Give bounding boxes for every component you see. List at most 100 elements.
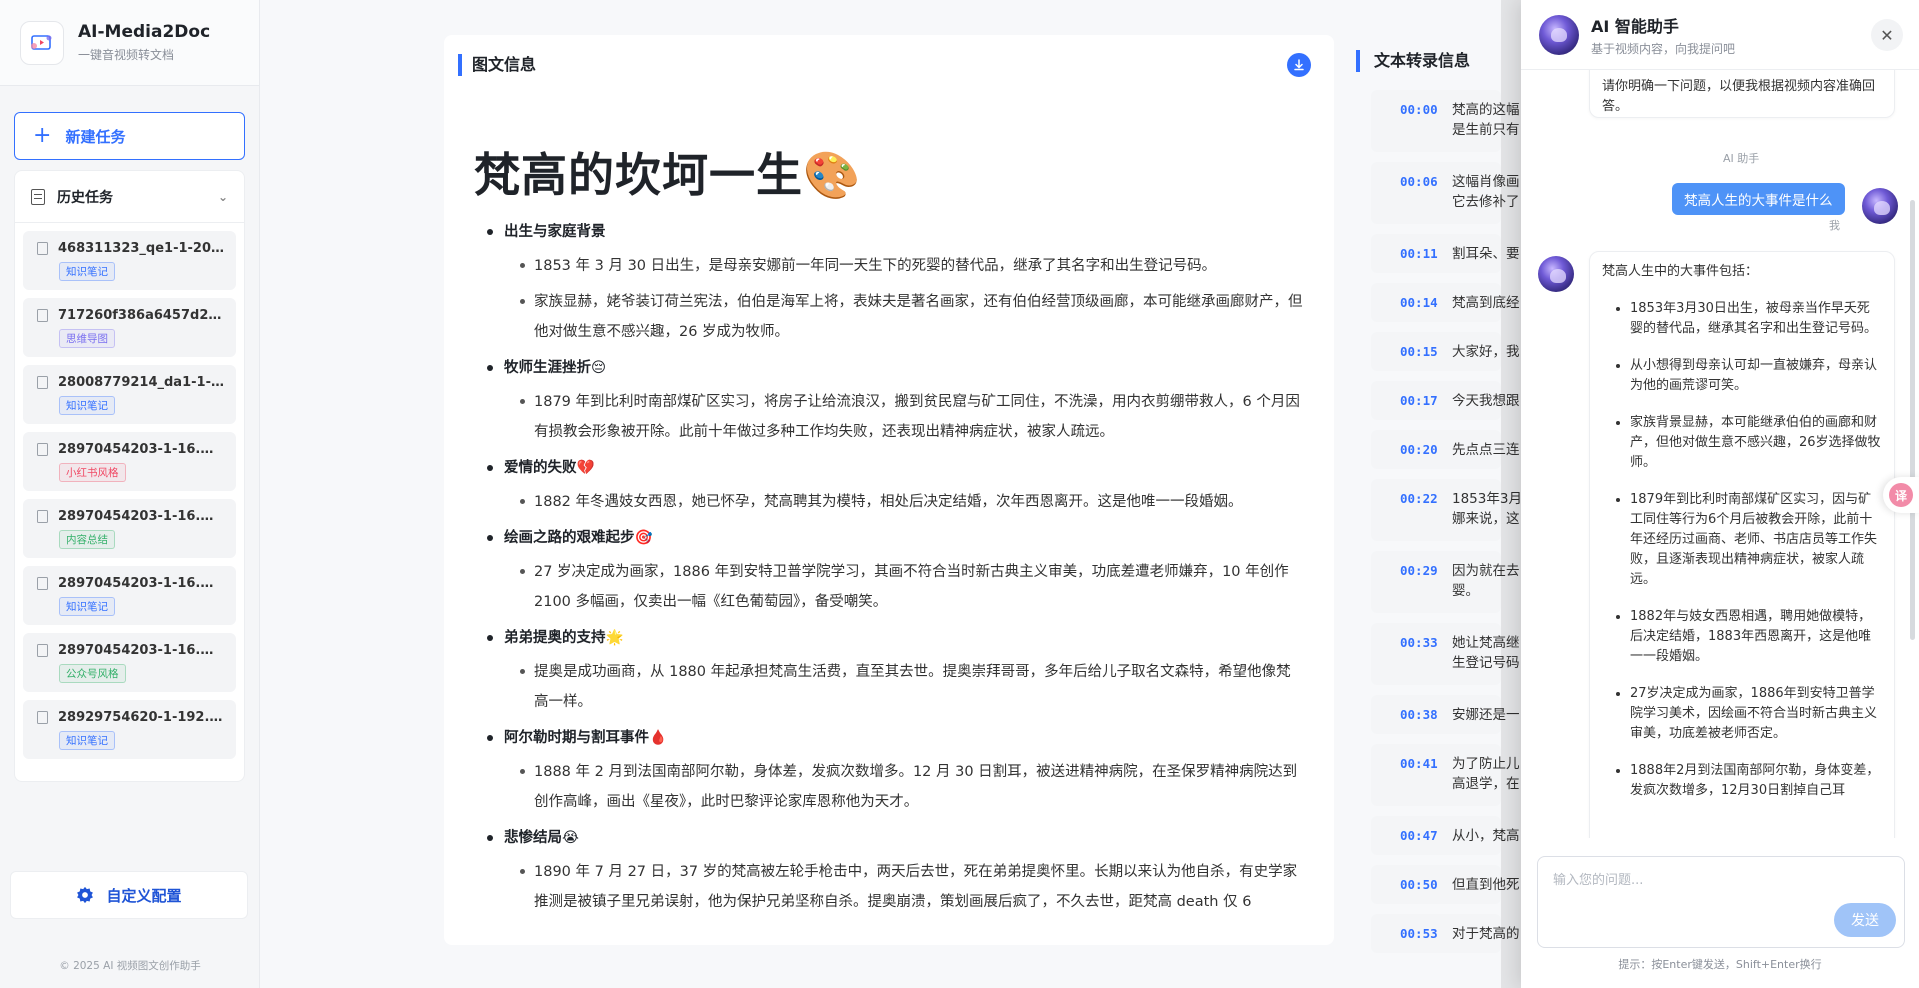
- transcript-segment[interactable]: 00:53 对于梵高的: [1371, 914, 1520, 953]
- history-task-item[interactable]: 28929754620-1-192.m... 知识笔记: [23, 700, 236, 759]
- section-bullet: 家族显赫，姥爷装订荷兰宪法，伯伯是海军上将，表妹夫是著名画家，还有伯伯经营顶级画…: [504, 287, 1304, 347]
- task-type-tag: 知识笔记: [59, 731, 115, 750]
- file-icon: [37, 644, 48, 657]
- answer-item: 1853年3月30日出生，被母亲当作早夭死婴的替代品，继承其名字和出生登记号码。: [1630, 299, 1882, 339]
- task-filename: 28008779214_da1-1-1...: [58, 375, 226, 390]
- ai-assistant-drawer: AI 智能助手 基于视频内容，向我提问吧 ✕ 请你明确一下问题，以便我根据视频内…: [1521, 0, 1919, 988]
- segment-timestamp[interactable]: 00:41: [1400, 756, 1438, 771]
- history-task-item[interactable]: 28970454203-1-16.mp4 小红书风格: [23, 432, 236, 491]
- transcript-segment[interactable]: 00:38 安娜还是一: [1371, 695, 1520, 734]
- floating-translate-button[interactable]: 译: [1883, 477, 1919, 513]
- segment-timestamp[interactable]: 00:47: [1400, 828, 1438, 843]
- segment-timestamp[interactable]: 00:00: [1400, 102, 1438, 117]
- send-button[interactable]: 发送: [1834, 903, 1896, 937]
- segment-timestamp[interactable]: 00:11: [1400, 246, 1438, 261]
- transcript-segment[interactable]: 00:29 因为就在去 婴。: [1371, 551, 1520, 613]
- custom-config-label: 自定义配置: [106, 886, 182, 905]
- section-bullet: 1882 年冬遇妓女西恩，她已怀孕，梵高聘其为模特，相处后决定结婚，次年西恩离开…: [504, 487, 1304, 517]
- doc-section: 绘画之路的艰难起步🎯 27 岁决定成为画家，1886 年到安特卫普学院学习，其画不…: [487, 525, 1304, 617]
- gear-icon: [77, 886, 94, 904]
- segment-timestamp[interactable]: 00:06: [1400, 174, 1438, 189]
- transcript-segment[interactable]: 00:41 为了防止儿 高退学，在: [1371, 744, 1520, 806]
- section-bullet: 27 岁决定成为画家，1886 年到安特卫普学院学习，其画不符合当时新古典主义审…: [504, 557, 1304, 617]
- section-heading: 爱情的失败💔: [487, 455, 1304, 481]
- transcript-segment[interactable]: 00:15 大家好，我: [1371, 332, 1520, 371]
- chevron-down-icon[interactable]: ⌄: [218, 190, 228, 204]
- transcript-segment[interactable]: 00:22 1853年3月 娜来说，这: [1371, 479, 1520, 541]
- doc-section: 出生与家庭背景 1853 年 3 月 30 日出生，是母亲安娜前一年同一天生下的死…: [487, 219, 1304, 347]
- transcript-segment[interactable]: 00:50 但直到他死: [1371, 865, 1520, 904]
- segment-timestamp[interactable]: 00:50: [1400, 877, 1438, 892]
- segment-timestamp[interactable]: 00:17: [1400, 393, 1438, 408]
- segment-timestamp[interactable]: 00:14: [1400, 295, 1438, 310]
- section-heading: 绘画之路的艰难起步🎯: [487, 525, 1304, 551]
- copyright: © 2025 AI 视频图文创作助手: [59, 960, 201, 972]
- document-icon: [31, 188, 45, 205]
- app-logo-icon[interactable]: [20, 20, 64, 65]
- user-message-text: 梵高人生的大事件是什么: [1684, 193, 1833, 209]
- transcript-segment[interactable]: 00:33 她让梵高继 生登记号码: [1371, 623, 1520, 685]
- app-subtitle: 一键音视频转文档: [78, 48, 175, 62]
- history-task-item[interactable]: 28970454203-1-16.mp4 知识笔记: [23, 566, 236, 625]
- question-input-box: 发送: [1537, 856, 1905, 948]
- file-icon: [37, 376, 48, 389]
- close-button[interactable]: ✕: [1871, 19, 1903, 51]
- segment-timestamp[interactable]: 00:38: [1400, 707, 1438, 722]
- close-icon: ✕: [1880, 25, 1894, 45]
- task-filename: 28970454203-1-16.mp4: [58, 442, 226, 457]
- brand-header: AI-Media2Doc 一键音视频转文档: [0, 0, 259, 86]
- custom-config-button[interactable]: 自定义配置: [10, 871, 248, 919]
- transcript-list: 00:00 梵高的这幅 是生前只有 00:06 这幅肖像画 它去修补了 00:11 割耳朵、要…: [1371, 90, 1520, 963]
- section-heading: 牧师生涯挫折😔: [487, 355, 1304, 381]
- segment-timestamp[interactable]: 00:20: [1400, 442, 1438, 457]
- file-icon: [37, 242, 48, 255]
- transcript-segment[interactable]: 00:11 割耳朵、要: [1371, 234, 1520, 273]
- ai-avatar: [1538, 256, 1574, 292]
- answer-item: 1882年与妓女西恩相遇，聘用她做模特，后决定结婚，1883年西恩离开，这是他唯…: [1630, 607, 1882, 667]
- history-task-item[interactable]: 28970454203-1-16.mp4 内容总结: [23, 499, 236, 558]
- segment-timestamp[interactable]: 00:22: [1400, 491, 1438, 506]
- transcript-segment[interactable]: 00:06 这幅肖像画 它去修补了: [1371, 162, 1520, 224]
- history-task-item[interactable]: 28970454203-1-16.mp4 公众号风格: [23, 633, 236, 692]
- doc-title: 梵高的坎坷一生🎨: [474, 148, 862, 202]
- download-button[interactable]: [1287, 53, 1311, 77]
- plus-icon: +: [33, 123, 52, 148]
- assistant-title: AI 智能助手: [1591, 16, 1679, 36]
- segment-timestamp[interactable]: 00:29: [1400, 563, 1438, 578]
- ai-message-bubble: 请你明确一下问题，以便我根据视频内容准确回答。: [1589, 70, 1895, 118]
- transcript-segment[interactable]: 00:17 今天我想跟: [1371, 381, 1520, 420]
- transcript-segment[interactable]: 00:47 从小，梵高: [1371, 816, 1520, 855]
- doc-body: 出生与家庭背景 1853 年 3 月 30 日出生，是母亲安娜前一年同一天生下的死…: [487, 219, 1304, 925]
- drawer-overlay[interactable]: [1501, 0, 1521, 988]
- app-title: AI-Media2Doc: [78, 22, 211, 42]
- doc-section: 弟弟提奥的支持🌟 提奥是成功画商，从 1880 年起承担梵高生活费，直至其去世。提…: [487, 625, 1304, 717]
- transcript-segment[interactable]: 00:20 先点点三连: [1371, 430, 1520, 469]
- history-header[interactable]: 历史任务 ⌄: [15, 171, 244, 223]
- transcript-segment[interactable]: 00:14 梵高到底经: [1371, 283, 1520, 322]
- task-filename: 28970454203-1-16.mp4: [58, 643, 226, 658]
- history-task-item[interactable]: 28008779214_da1-1-1... 知识笔记: [23, 365, 236, 424]
- new-task-button[interactable]: + 新建任务: [14, 112, 245, 160]
- section-heading: 弟弟提奥的支持🌟: [487, 625, 1304, 651]
- download-icon: [1294, 59, 1304, 71]
- section-bullet: 1890 年 7 月 27 日，37 岁的梵高被左轮手枪击中，两天后去世，死在弟…: [504, 857, 1304, 917]
- segment-timestamp[interactable]: 00:33: [1400, 635, 1438, 650]
- new-task-label: 新建任务: [65, 127, 126, 146]
- history-task-item[interactable]: 717260f386a6457d26... 思维导图: [23, 298, 236, 357]
- section-heading: 悲惨结局😭: [487, 825, 1304, 851]
- task-type-tag: 知识笔记: [59, 597, 115, 616]
- file-icon: [37, 443, 48, 456]
- user-avatar: [1862, 188, 1898, 224]
- transcript-segment[interactable]: 00:00 梵高的这幅 是生前只有: [1371, 90, 1520, 152]
- section-bullet: 1853 年 3 月 30 日出生，是母亲安娜前一年同一天生下的死婴的替代品，继…: [504, 251, 1304, 281]
- answer-item: 1879年到比利时南部煤矿区实习，因与矿工同住等行为6个月后被教会开除，此前十年…: [1630, 490, 1882, 590]
- history-task-item[interactable]: 468311323_qe1-1-208.... 知识笔记: [23, 231, 236, 290]
- chat-scrollbar[interactable]: [1910, 200, 1915, 640]
- transcript-title: 文本转录信息: [1356, 50, 1470, 72]
- segment-timestamp[interactable]: 00:53: [1400, 926, 1438, 941]
- section-bullet: 提奥是成功画商，从 1880 年起承担梵高生活费，直至其去世。提奥崇拜哥哥，多年…: [504, 657, 1304, 717]
- answer-item: 27岁决定成为画家，1886年到安特卫普学院学习美术，因绘画不符合当时新古典主义…: [1630, 684, 1882, 744]
- history-panel: 历史任务 ⌄ 468311323_qe1-1-208.... 知识笔记 717260…: [14, 170, 245, 782]
- doc-panel-title: 图文信息: [458, 54, 536, 76]
- segment-timestamp[interactable]: 00:15: [1400, 344, 1438, 359]
